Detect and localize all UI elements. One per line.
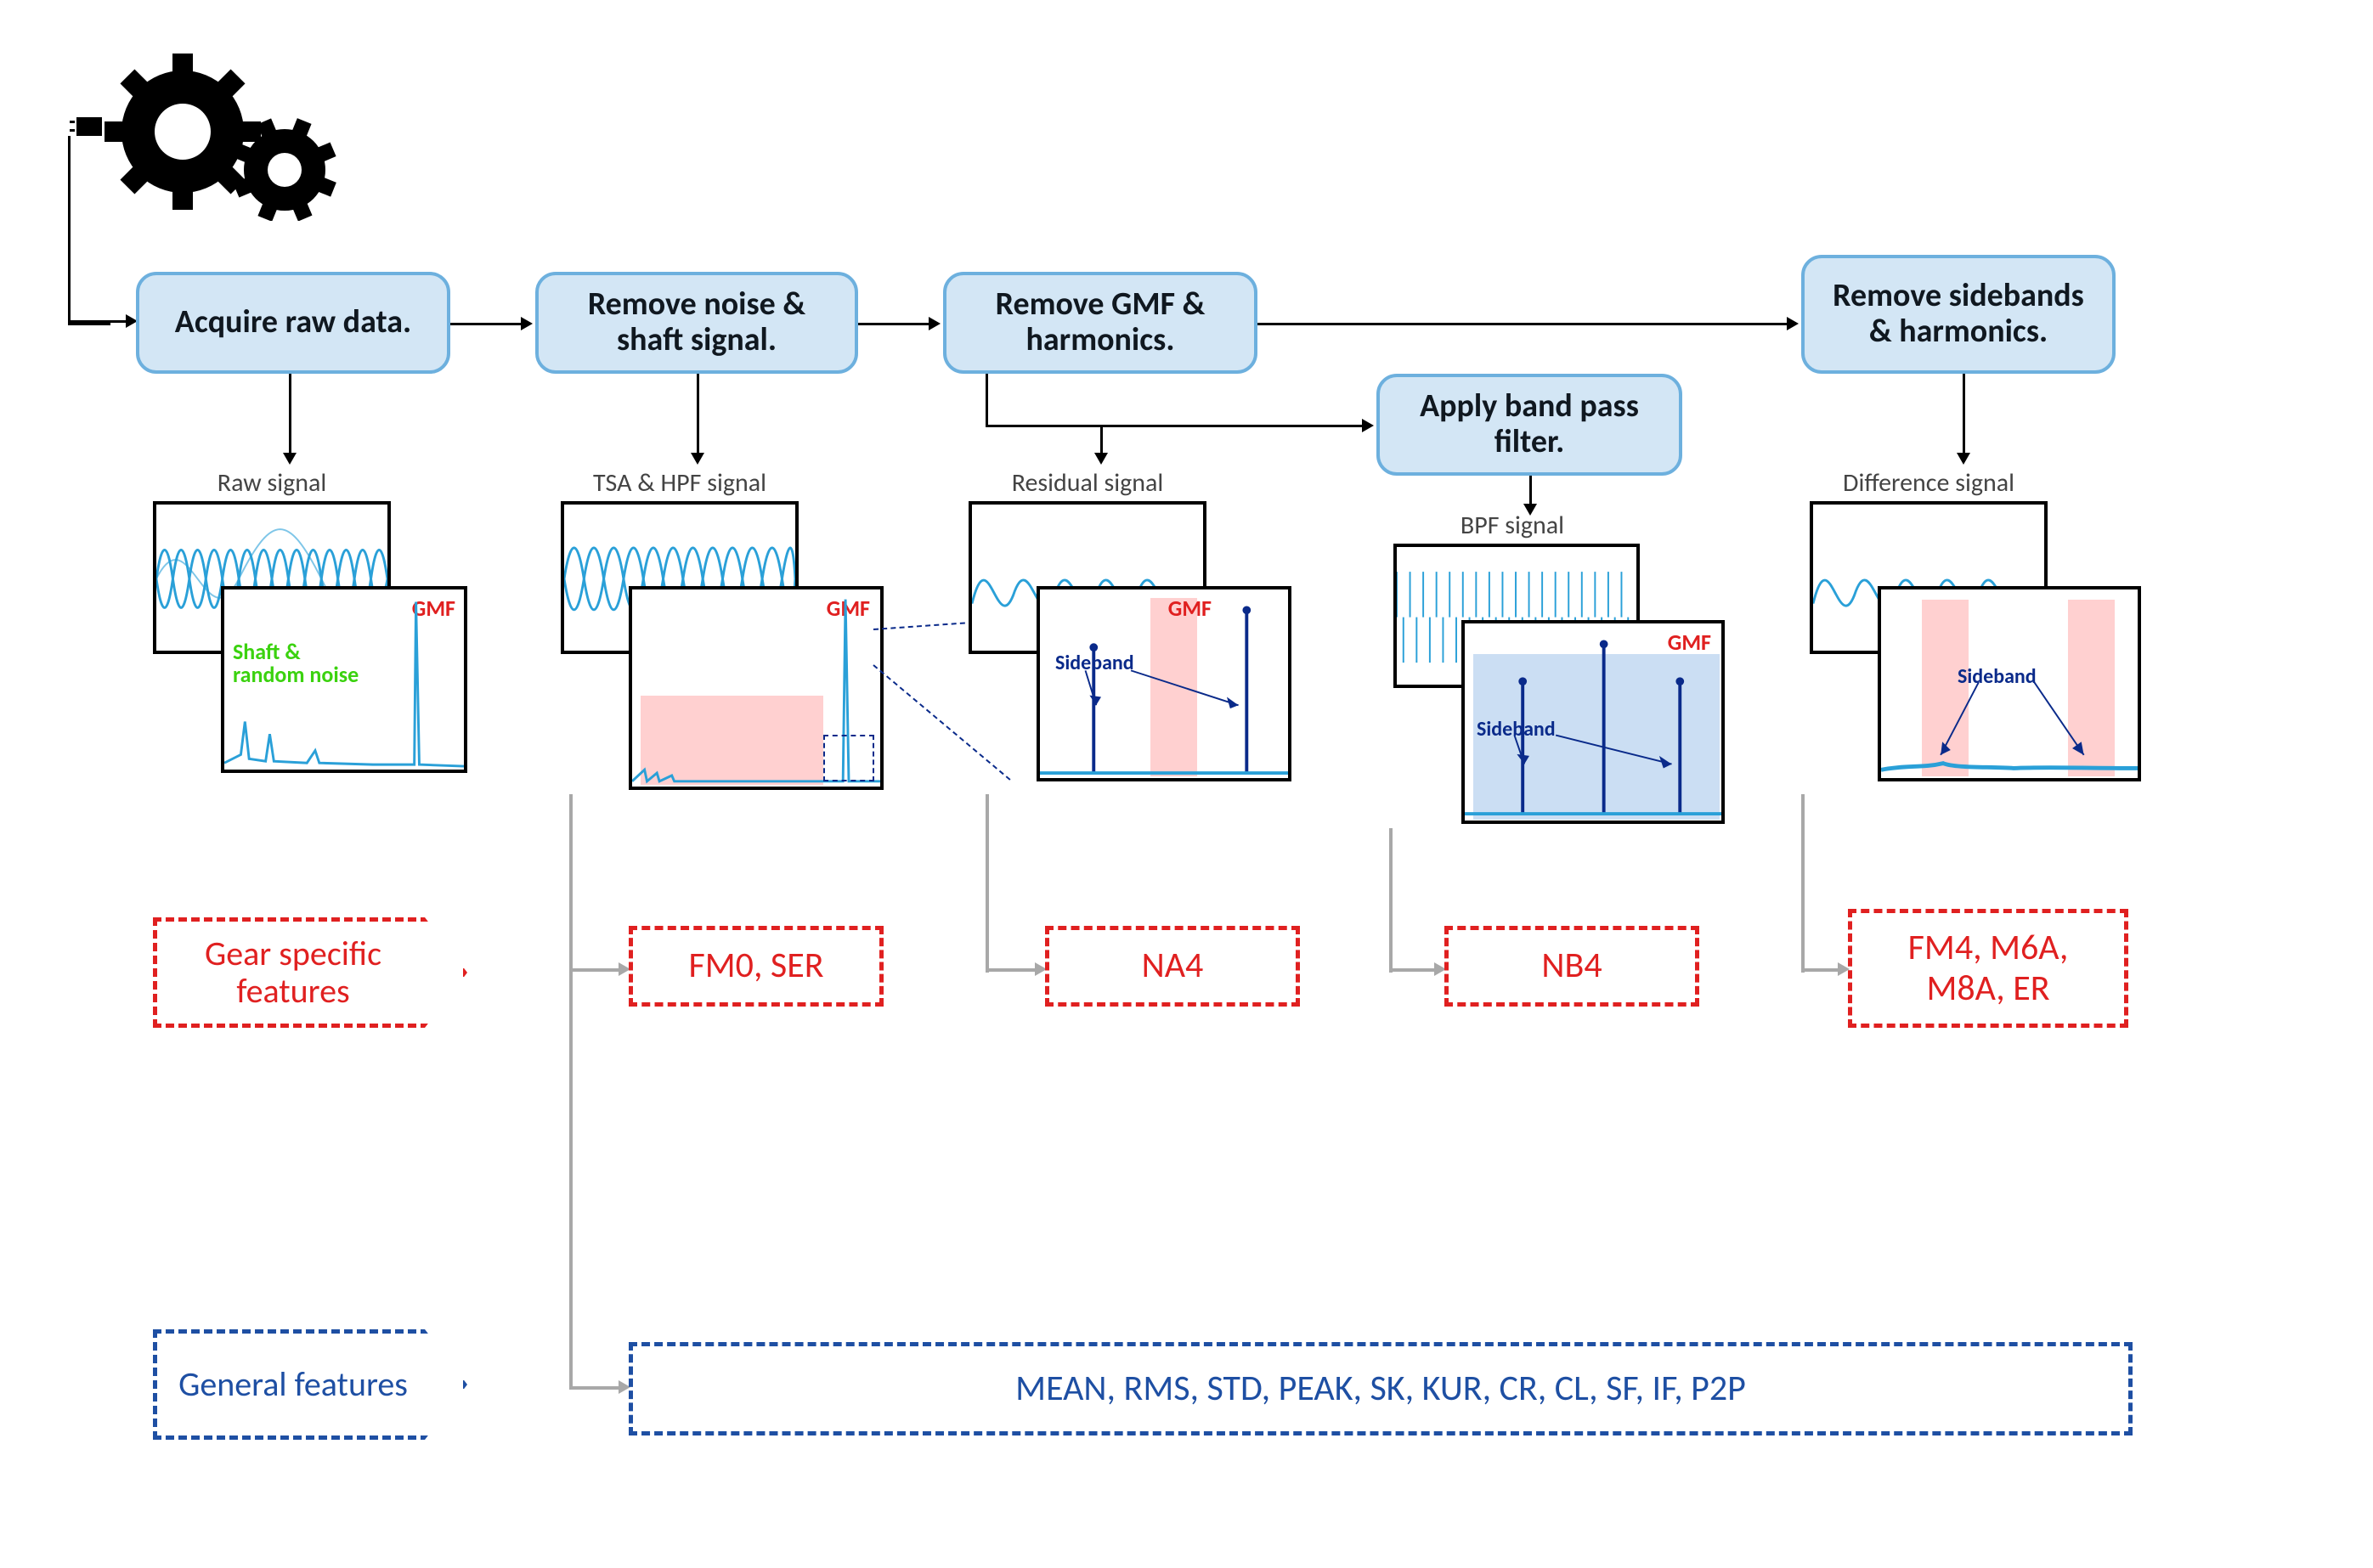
feat-diff: FM4, M6A, M8A, ER [1848, 909, 2128, 1028]
label-tsa-signal: TSA & HPF signal [561, 467, 799, 499]
feeder-to-tsa-feat [569, 968, 620, 972]
feeder-to-general [569, 1386, 620, 1390]
feat-general: MEAN, RMS, STD, PEAK, SK, KUR, CR, CL, S… [629, 1342, 2133, 1435]
arrow-step2-step3 [858, 323, 930, 325]
arrow-step3-plot [1100, 425, 1103, 454]
feeder-v-res [986, 794, 989, 973]
step-band-pass: Apply band pass filter. [1376, 374, 1682, 476]
arrow-step1-plot [289, 374, 291, 454]
label-raw-signal: Raw signal [153, 467, 391, 499]
plot-raw-spectrum: GMF Shaft & random noise [221, 586, 467, 773]
feeder-vertical [569, 794, 573, 1389]
step-remove-gmf: Remove GMF & harmonics. [943, 272, 1257, 374]
sensor-wire [68, 136, 71, 323]
conn-gmf-down [986, 374, 988, 425]
gears-icon [102, 51, 357, 221]
step-acquire-raw: Acquire raw data. [136, 272, 450, 374]
arrow-step2-plot [697, 374, 699, 454]
zoom-line-bot [873, 664, 1010, 781]
zoom-box-tsa [823, 735, 874, 781]
diagram-root: Acquire raw data. Remove noise & shaft s… [34, 34, 2339, 1534]
arrow-step4-plot [1529, 476, 1532, 505]
arrow-to-bandpass [986, 425, 1364, 427]
step-remove-noise: Remove noise & shaft signal. [535, 272, 858, 374]
plot-residual-spectrum: GMF Sideband [1037, 586, 1291, 781]
banner-gear-features: Gear specific features [153, 917, 467, 1028]
plot-tsa-spectrum: GMF [629, 586, 884, 790]
arrow-step3-step5 [1257, 323, 1788, 325]
feeder-to-bpf-feat [1389, 968, 1436, 972]
plot-diff-spectrum: Sideband [1878, 586, 2141, 781]
arrow-sensor-to-step1 [68, 320, 127, 323]
step-remove-sidebands: Remove sidebands & harmonics. [1801, 255, 2116, 374]
feeder-v-bpf [1389, 828, 1393, 973]
feeder-to-diff-feat [1801, 968, 1839, 972]
feeder-to-res-feat [986, 968, 1037, 972]
label-residual-signal: Residual signal [969, 467, 1206, 499]
feat-bpf: NB4 [1444, 926, 1699, 1007]
plot-bpf-spectrum: GMF Sideband [1461, 620, 1725, 824]
feeder-v-diff [1801, 794, 1805, 973]
arrow-step1-step2 [450, 323, 523, 325]
feat-residual: NA4 [1045, 926, 1300, 1007]
label-bpf-signal: BPF signal [1393, 510, 1631, 541]
sensor-plug-icon [76, 117, 102, 136]
banner-general-features: General features [153, 1329, 467, 1440]
arrow-step5-plot [1963, 374, 1965, 454]
label-diff-signal: Difference signal [1810, 467, 2048, 499]
feat-tsa: FM0, SER [629, 926, 884, 1007]
